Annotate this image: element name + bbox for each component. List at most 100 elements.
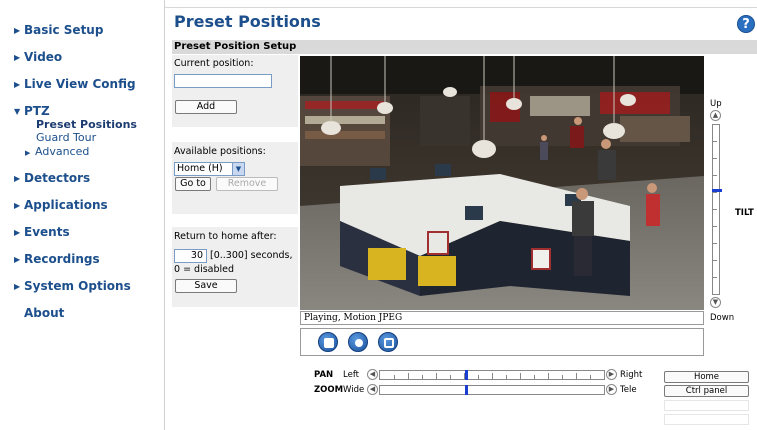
available-positions-selected: Home (H) <box>177 163 223 174</box>
chevron-right-icon: ▶ <box>14 53 21 62</box>
sidebar-item-label: Live View Config <box>24 77 136 91</box>
goto-button[interactable]: Go to <box>175 177 211 191</box>
pan-tick <box>534 375 535 379</box>
sidebar-item-label: Video <box>24 50 63 64</box>
pan-tick <box>450 375 451 379</box>
zoom-slider[interactable] <box>379 385 605 395</box>
pan-tick <box>394 375 395 379</box>
pan-slider-thumb[interactable] <box>465 370 468 380</box>
chevron-right-icon: ▶ <box>14 174 21 183</box>
pan-right-arrow-icon[interactable]: ▶ <box>606 369 617 380</box>
sidebar-item-label: Events <box>24 225 70 239</box>
chevron-right-icon: ▶ <box>14 26 21 35</box>
zoom-wide-arrow-icon[interactable]: ◀ <box>367 384 378 395</box>
current-position-input[interactable] <box>174 74 272 88</box>
tilt-up-arrow-icon[interactable]: ▲ <box>710 110 721 121</box>
return-home-hint: [0..300] seconds, <box>210 250 293 261</box>
chevron-right-icon: ▶ <box>14 201 21 210</box>
sidebar-item-video[interactable]: ▶ Video <box>14 50 62 64</box>
sidebar-item-label: About <box>24 306 65 320</box>
empty-button-slot <box>664 414 749 425</box>
fullscreen-icon <box>384 338 394 348</box>
pan-tick <box>506 375 507 379</box>
snapshot-button[interactable] <box>348 332 368 352</box>
return-home-input[interactable]: 30 <box>174 249 207 263</box>
pan-tick <box>478 375 479 379</box>
home-button[interactable]: Home <box>664 371 749 383</box>
pan-tick <box>492 373 493 379</box>
top-divider <box>165 7 757 8</box>
tilt-up-label: Up <box>710 99 722 109</box>
tilt-label: TILT <box>735 208 754 218</box>
sidebar-item-system-options[interactable]: ▶ System Options <box>14 279 131 293</box>
save-button[interactable]: Save <box>175 279 237 293</box>
return-home-panel: Return to home after: 30 [0..300] second… <box>172 227 298 307</box>
sidebar-item-label: System Options <box>24 279 131 293</box>
sidebar: ▶ Basic Setup ▶ Video ▶ Live View Config ▼ P… <box>0 0 165 430</box>
available-positions-label: Available positions: <box>174 146 266 157</box>
return-home-label: Return to home after: <box>174 231 277 242</box>
sidebar-item-label: Applications <box>24 198 108 212</box>
chevron-right-icon: ▶ <box>25 149 31 157</box>
chevron-right-icon: ▶ <box>14 228 21 237</box>
pan-tick <box>422 375 423 379</box>
sidebar-item-ptz[interactable]: ▼ PTZ <box>14 104 50 118</box>
current-position-panel: Current position: Add <box>172 55 298 127</box>
sidebar-item-label: Recordings <box>24 252 100 266</box>
pan-slider[interactable] <box>379 370 605 380</box>
sidebar-item-recordings[interactable]: ▶ Recordings <box>14 252 100 266</box>
sidebar-item-events[interactable]: ▶ Events <box>14 225 70 239</box>
sidebar-subitem-advanced[interactable]: ▶ Advanced <box>25 145 90 158</box>
fullscreen-button[interactable] <box>378 332 398 352</box>
sidebar-item-label: Basic Setup <box>24 23 104 37</box>
stop-icon <box>324 338 334 348</box>
video-feed[interactable] <box>300 56 704 310</box>
chevron-right-icon: ▶ <box>14 255 21 264</box>
pan-right-label: Right <box>620 370 643 380</box>
sidebar-item-live-view-config[interactable]: ▶ Live View Config <box>14 77 136 91</box>
pan-tick <box>562 375 563 379</box>
stop-button[interactable] <box>318 332 338 352</box>
page-title: Preset Positions <box>174 12 321 31</box>
empty-button-slot <box>664 400 749 411</box>
video-frame <box>300 56 704 310</box>
sidebar-item-detectors[interactable]: ▶ Detectors <box>14 171 90 185</box>
ctrl-panel-button[interactable]: Ctrl panel <box>664 385 749 397</box>
camera-icon <box>355 339 363 347</box>
chevron-right-icon: ▶ <box>14 282 21 291</box>
zoom-slider-thumb[interactable] <box>465 385 468 395</box>
pan-tick <box>576 373 577 379</box>
help-icon[interactable]: ? <box>737 15 755 33</box>
sidebar-item-about[interactable]: About <box>24 306 64 320</box>
current-position-label: Current position: <box>174 58 254 69</box>
pan-tick <box>520 373 521 379</box>
tilt-down-arrow-icon[interactable]: ▼ <box>710 297 721 308</box>
tilt-slider-thumb[interactable] <box>712 189 722 192</box>
return-home-hint-disabled: 0 = disabled <box>174 264 235 275</box>
zoom-tele-arrow-icon[interactable]: ▶ <box>606 384 617 395</box>
sidebar-subitem-guard-tour[interactable]: Guard Tour <box>36 131 96 144</box>
pan-tick <box>590 375 591 379</box>
available-positions-select[interactable]: Home (H) ▼ <box>174 162 245 176</box>
sidebar-item-label: PTZ <box>24 104 50 118</box>
add-button[interactable]: Add <box>175 100 237 114</box>
sidebar-item-applications[interactable]: ▶ Applications <box>14 198 108 212</box>
pan-tick <box>436 373 437 379</box>
remove-button[interactable]: Remove <box>216 177 278 191</box>
sidebar-item-label: Detectors <box>24 171 91 185</box>
chevron-down-icon: ▼ <box>232 163 244 175</box>
chevron-down-icon: ▼ <box>14 107 21 116</box>
pan-left-arrow-icon[interactable]: ◀ <box>367 369 378 380</box>
section-header: Preset Position Setup <box>172 40 757 54</box>
sidebar-subitem-preset-positions[interactable]: Preset Positions <box>36 118 137 131</box>
video-status-bar: Playing, Motion JPEG <box>300 311 704 325</box>
pan-tick <box>408 373 409 379</box>
chevron-right-icon: ▶ <box>14 80 21 89</box>
tilt-slider[interactable] <box>712 124 722 295</box>
video-control-bar <box>300 328 704 356</box>
sidebar-subitem-label: Advanced <box>35 145 90 158</box>
sidebar-item-basic-setup[interactable]: ▶ Basic Setup <box>14 23 103 37</box>
zoom-wide-label: Wide <box>343 385 365 395</box>
zoom-label: ZOOM <box>314 385 344 395</box>
tilt-down-label: Down <box>710 313 735 323</box>
